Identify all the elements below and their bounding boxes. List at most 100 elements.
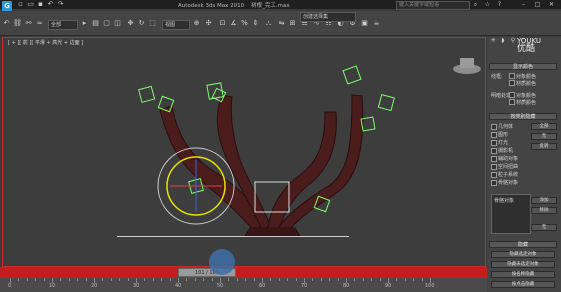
category-checkbox[interactable]	[491, 148, 497, 154]
ruler-tick	[320, 278, 322, 281]
shaded-obj-color-label: 对象颜色	[516, 93, 537, 99]
create-tab-icon[interactable]: ✳	[489, 37, 497, 45]
ruler-tick	[18, 278, 20, 281]
category-label: 图形	[498, 132, 509, 138]
category-label: 辅助对象	[498, 156, 519, 162]
category-checkbox[interactable]	[491, 140, 497, 146]
ruler-tick	[245, 278, 247, 281]
category-checkbox[interactable]	[491, 124, 497, 130]
shaded-mat-color-radio[interactable]	[509, 99, 515, 105]
hierarchy-tab-icon[interactable]: ⚲	[509, 37, 517, 45]
ruler-tick	[379, 278, 381, 281]
ruler-tick	[203, 278, 205, 281]
rollout-hide-by-category[interactable]: 按类别隐藏	[489, 113, 557, 120]
ruler-tick	[127, 278, 129, 281]
tick-label: 90	[385, 283, 392, 289]
rollout-hide[interactable]: 隐藏	[489, 241, 557, 248]
ruler-tick	[362, 278, 364, 281]
obj-color-radio[interactable]	[509, 73, 515, 79]
tick-label: 0	[8, 283, 12, 289]
category-label: 粒子系统	[498, 172, 519, 178]
ruler-tick	[228, 278, 230, 281]
ruler-tick	[68, 278, 70, 281]
remove-button[interactable]: 移除	[531, 207, 557, 214]
category-label: 空间扭曲	[498, 164, 519, 170]
mat-color-label: 材质颜色	[516, 81, 537, 87]
category-list[interactable]: 骨骼对象	[491, 194, 531, 234]
tick-label: 40	[175, 283, 182, 289]
mat-color-radio[interactable]	[509, 80, 515, 86]
category-checkbox[interactable]	[491, 156, 497, 162]
tick-label: 30	[133, 283, 140, 289]
ruler-tick	[110, 278, 112, 281]
wireframe-label: 线框:	[491, 74, 503, 80]
ruler-tick	[77, 278, 79, 281]
ruler-tick	[152, 278, 154, 281]
ruler-tick	[169, 278, 171, 281]
tick-label: 20	[91, 283, 98, 289]
tick-label: 50	[217, 283, 224, 289]
ruler-tick	[430, 278, 431, 283]
category-label: 灯光	[498, 140, 509, 146]
category-checkbox[interactable]	[491, 164, 497, 170]
ruler-tick	[102, 278, 104, 281]
ruler-tick	[10, 278, 11, 283]
invert-button[interactable]: 反转	[531, 143, 557, 150]
tick-label: 80	[343, 283, 350, 289]
none-button[interactable]: 无	[531, 133, 557, 140]
category-label: 骨骼对象	[498, 180, 519, 186]
ruler-tick	[421, 278, 423, 281]
ruler-tick	[304, 278, 305, 283]
modify-tab-icon[interactable]: ◗	[499, 37, 507, 45]
none2-button[interactable]: 无	[531, 224, 557, 231]
time-slider-track[interactable]	[0, 267, 487, 278]
tick-label: 10	[49, 283, 56, 289]
shaded-mat-color-label: 材质颜色	[516, 100, 537, 106]
rollout-display-color[interactable]: 显示颜色	[489, 63, 557, 70]
ruler-tick	[178, 278, 179, 283]
add-button[interactable]: 添加	[531, 197, 557, 204]
ruler-tick	[253, 278, 255, 281]
category-checkbox[interactable]	[491, 180, 497, 186]
ruler-tick	[60, 278, 62, 281]
ruler-tick	[278, 278, 280, 281]
ruler-tick	[287, 278, 289, 281]
ruler-tick	[388, 278, 389, 283]
hide-by-hit-button[interactable]: 按点击隐藏	[491, 281, 555, 288]
hide-selected-button[interactable]: 隐藏选定对象	[491, 251, 555, 258]
ruler-tick	[354, 278, 356, 281]
tick-label: 100	[425, 283, 435, 289]
ruler-tick	[346, 278, 347, 283]
ruler-tick	[186, 278, 188, 281]
ruler-tick	[262, 278, 263, 283]
ruler-tick	[396, 278, 398, 281]
watermark-line2: 优酷	[517, 44, 536, 54]
ruler-tick	[43, 278, 45, 281]
scene-drawing	[138, 58, 481, 237]
obj-color-label: 对象颜色	[516, 74, 537, 80]
ruler-tick	[295, 278, 297, 281]
ruler-tick	[371, 278, 373, 281]
ruler-tick	[312, 278, 314, 281]
category-checkbox[interactable]	[491, 172, 497, 178]
hide-unselected-button[interactable]: 隐藏未选定对象	[491, 261, 555, 268]
all-button[interactable]: 全部	[531, 123, 557, 130]
ruler-tick	[119, 278, 121, 281]
ground-line	[117, 236, 349, 237]
tick-label: 60	[259, 283, 266, 289]
ruler-tick	[35, 278, 37, 281]
ruler-tick	[329, 278, 331, 281]
tick-label: 70	[301, 283, 308, 289]
ruler-tick	[236, 278, 238, 281]
category-checkbox[interactable]	[491, 132, 497, 138]
ruler-tick	[161, 278, 163, 281]
shaded-obj-color-radio[interactable]	[509, 92, 515, 98]
ruler-tick	[337, 278, 339, 281]
ruler-tick	[404, 278, 406, 281]
ruler-tick	[194, 278, 196, 281]
list-item[interactable]: 骨骼对象	[492, 195, 530, 206]
ruler-tick	[413, 278, 415, 281]
ruler-tick	[136, 278, 137, 283]
ruler-tick	[85, 278, 87, 281]
hide-by-name-button[interactable]: 按名称隐藏	[491, 271, 555, 278]
